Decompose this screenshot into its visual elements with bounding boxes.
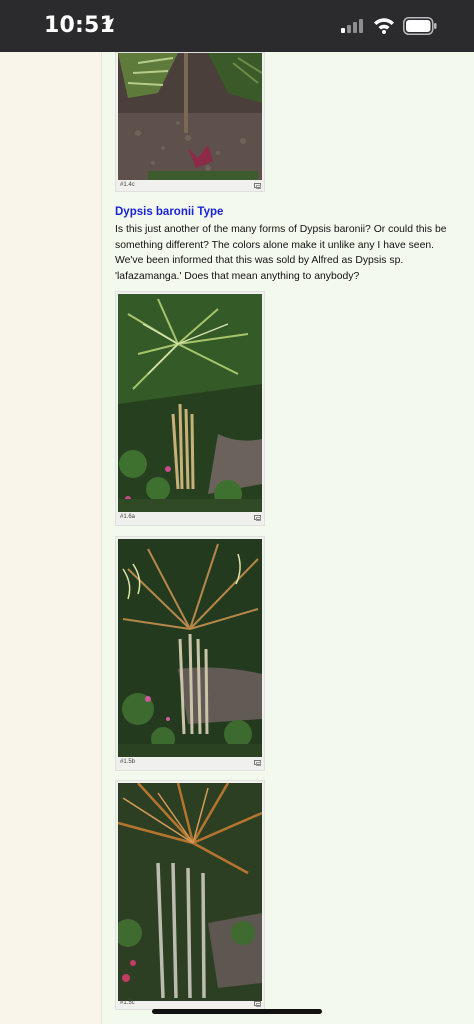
photo-caption: #1.5b	[120, 759, 136, 765]
photo-caption: #1.6a	[120, 514, 136, 520]
palm-garden-photo	[118, 53, 262, 180]
enlarge-icon[interactable]	[254, 760, 261, 766]
palm-garden-photo	[118, 539, 262, 757]
palm-garden-photo	[118, 783, 262, 1001]
article-paragraph: Is this just another of the many forms o…	[115, 224, 447, 282]
photo-caption: #1.4c	[120, 182, 135, 188]
photo-thumbnail[interactable]: #1.6a	[115, 291, 265, 526]
cellular-signal-icon	[341, 19, 365, 38]
photo-thumbnail[interactable]: #1.4c	[115, 52, 265, 192]
enlarge-icon[interactable]	[254, 1001, 261, 1007]
location-arrow-icon	[100, 16, 116, 37]
photo-thumbnail[interactable]: #1.5c	[115, 780, 265, 1010]
wifi-icon	[373, 17, 395, 39]
photo-caption: #1.5c	[120, 1000, 135, 1006]
enlarge-icon[interactable]	[254, 515, 261, 521]
palm-garden-photo	[118, 294, 262, 512]
home-indicator[interactable]	[152, 1009, 322, 1014]
status-bar: 10:51	[0, 0, 474, 52]
section-title-link[interactable]: Dypsis baronii Type	[115, 206, 223, 218]
page-left-margin	[0, 52, 101, 1024]
photo-thumbnail[interactable]: #1.5b	[115, 536, 265, 771]
enlarge-icon[interactable]	[254, 183, 261, 189]
battery-icon	[403, 17, 437, 40]
